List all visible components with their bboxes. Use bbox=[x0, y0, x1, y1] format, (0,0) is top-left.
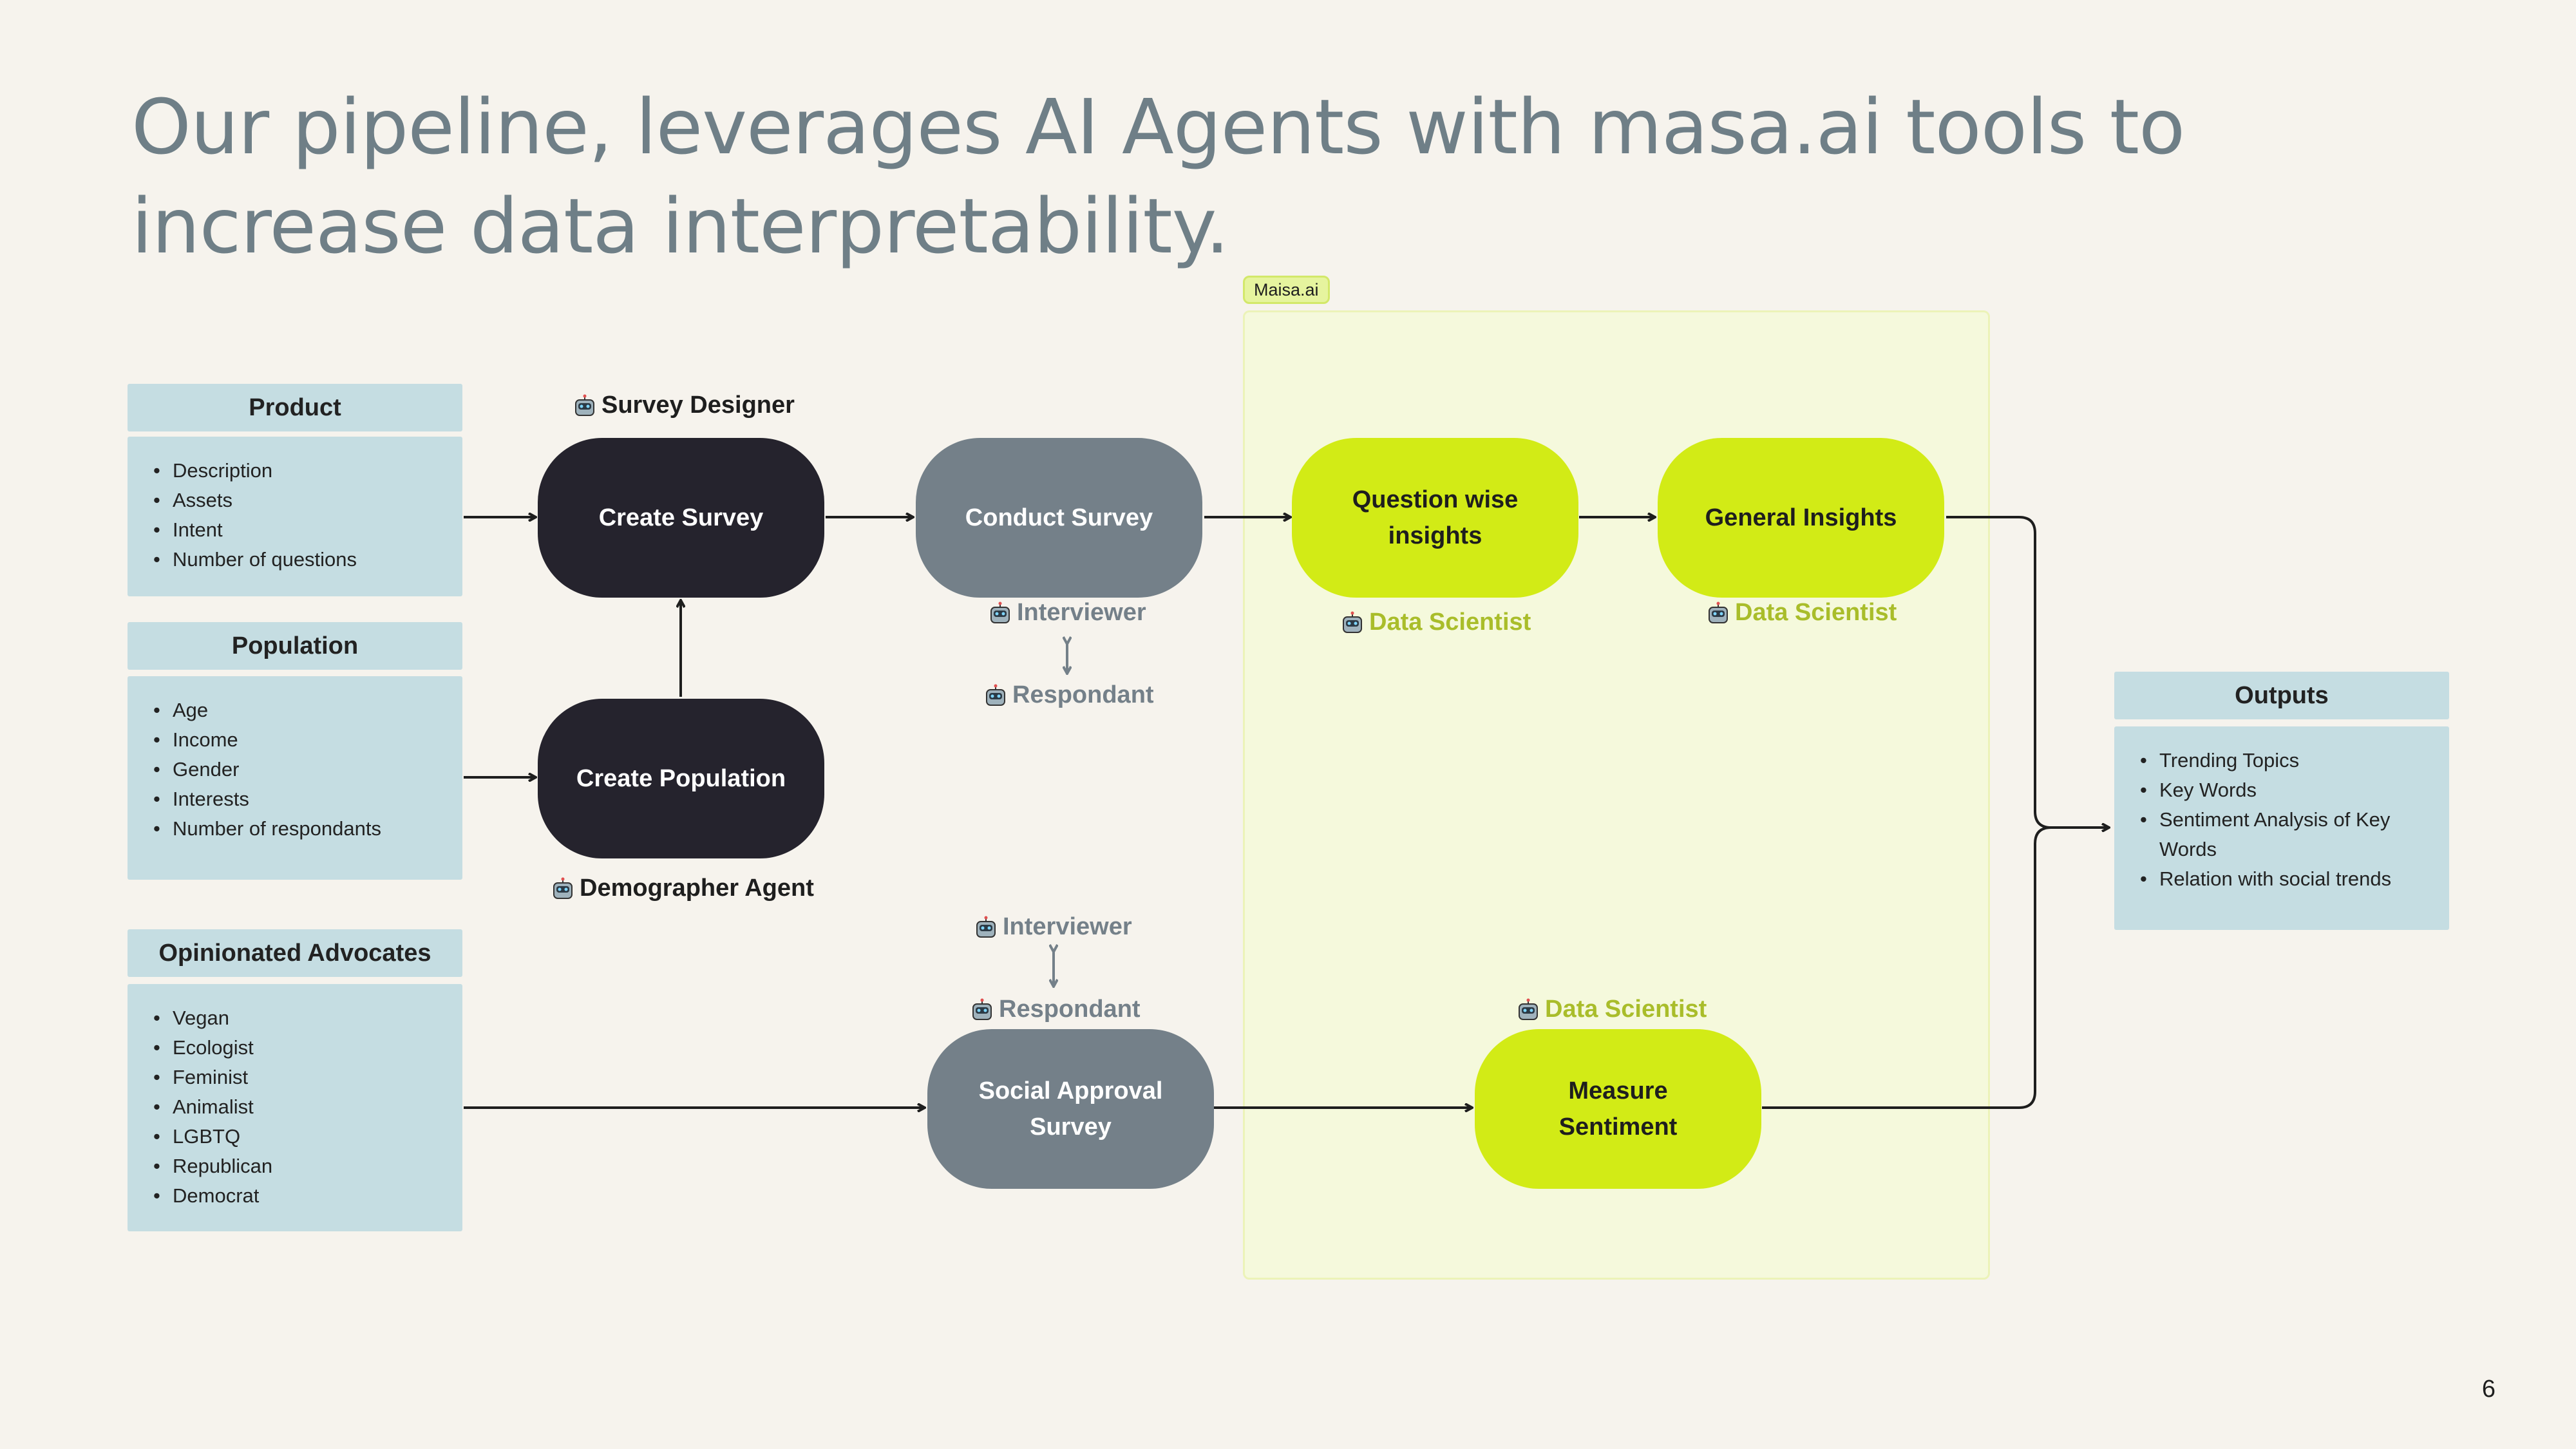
agent-label: Respondant bbox=[999, 996, 1141, 1023]
robot-icon bbox=[553, 877, 573, 899]
agent-label: Data Scientist bbox=[1545, 996, 1707, 1023]
agent-label: Interviewer bbox=[1017, 599, 1146, 626]
robot-icon bbox=[976, 916, 996, 938]
list-item: Animalist bbox=[153, 1092, 462, 1122]
list-item: Democrat bbox=[153, 1181, 462, 1211]
population-card-header: Population bbox=[128, 622, 462, 670]
agent-data-scientist-qwi: Data Scientist bbox=[1341, 609, 1531, 636]
agent-demographer: Demographer Agent bbox=[551, 875, 814, 902]
create-survey-node: Create Survey bbox=[538, 438, 824, 598]
outputs-card-header: Outputs bbox=[2114, 672, 2449, 719]
list-item: Ecologist bbox=[153, 1033, 462, 1063]
list-item: Number of respondants bbox=[153, 814, 462, 844]
robot-icon bbox=[1343, 611, 1362, 633]
agent-data-scientist-ms: Data Scientist bbox=[1517, 996, 1707, 1023]
agent-respondant-bottom: Respondant bbox=[971, 996, 1141, 1023]
list-item: Assets bbox=[153, 486, 462, 515]
list-item: Relation with social trends bbox=[2140, 864, 2423, 894]
agent-label: Survey Designer bbox=[601, 392, 795, 419]
list-item: Republican bbox=[153, 1151, 462, 1181]
list-item: Feminist bbox=[153, 1063, 462, 1092]
question-wise-insights-node: Question wise insights bbox=[1292, 438, 1578, 598]
agent-data-scientist-gi: Data Scientist bbox=[1707, 599, 1897, 627]
measure-sentiment-node: Measure Sentiment bbox=[1475, 1029, 1761, 1189]
agent-survey-designer: Survey Designer bbox=[573, 392, 795, 419]
robot-icon bbox=[986, 684, 1005, 706]
outputs-card-body: Trending Topics Key Words Sentiment Anal… bbox=[2114, 726, 2449, 930]
list-item: LGBTQ bbox=[153, 1122, 462, 1151]
advocates-card-header: Opinionated Advocates bbox=[128, 929, 462, 977]
robot-icon bbox=[575, 394, 594, 416]
product-card-header: Product bbox=[128, 384, 462, 431]
agent-respondant-top: Respondant bbox=[984, 681, 1154, 709]
advocates-card-body: Vegan Ecologist Feminist Animalist LGBTQ… bbox=[128, 984, 462, 1231]
social-approval-survey-node: Social Approval Survey bbox=[927, 1029, 1214, 1189]
product-card-body: Description Assets Intent Number of ques… bbox=[128, 437, 462, 596]
list-item: Sentiment Analysis of Key Words bbox=[2140, 805, 2423, 864]
list-item: Intent bbox=[153, 515, 462, 545]
robot-icon bbox=[1519, 998, 1538, 1020]
population-card-body: Age Income Gender Interests Number of re… bbox=[128, 676, 462, 880]
conduct-survey-node: Conduct Survey bbox=[916, 438, 1202, 598]
agent-interviewer-bottom: Interviewer bbox=[974, 913, 1132, 941]
general-insights-node: General Insights bbox=[1658, 438, 1944, 598]
agent-label: Data Scientist bbox=[1735, 599, 1897, 626]
list-item: Description bbox=[153, 456, 462, 486]
agent-label: Demographer Agent bbox=[580, 875, 814, 902]
create-population-node: Create Population bbox=[538, 699, 824, 858]
list-item: Income bbox=[153, 725, 462, 755]
list-item: Vegan bbox=[153, 1003, 462, 1033]
page-number: 6 bbox=[2481, 1376, 2496, 1403]
robot-icon bbox=[990, 601, 1010, 623]
agent-interviewer-top: Interviewer bbox=[989, 599, 1146, 627]
list-item: Key Words bbox=[2140, 775, 2423, 805]
robot-icon bbox=[972, 998, 992, 1020]
robot-icon bbox=[1709, 601, 1728, 623]
agent-label: Data Scientist bbox=[1369, 609, 1531, 636]
agent-label: Interviewer bbox=[1003, 913, 1132, 940]
list-item: Gender bbox=[153, 755, 462, 784]
list-item: Number of questions bbox=[153, 545, 462, 574]
list-item: Age bbox=[153, 696, 462, 725]
list-item: Interests bbox=[153, 784, 462, 814]
agent-label: Respondant bbox=[1012, 681, 1154, 708]
list-item: Trending Topics bbox=[2140, 746, 2423, 775]
